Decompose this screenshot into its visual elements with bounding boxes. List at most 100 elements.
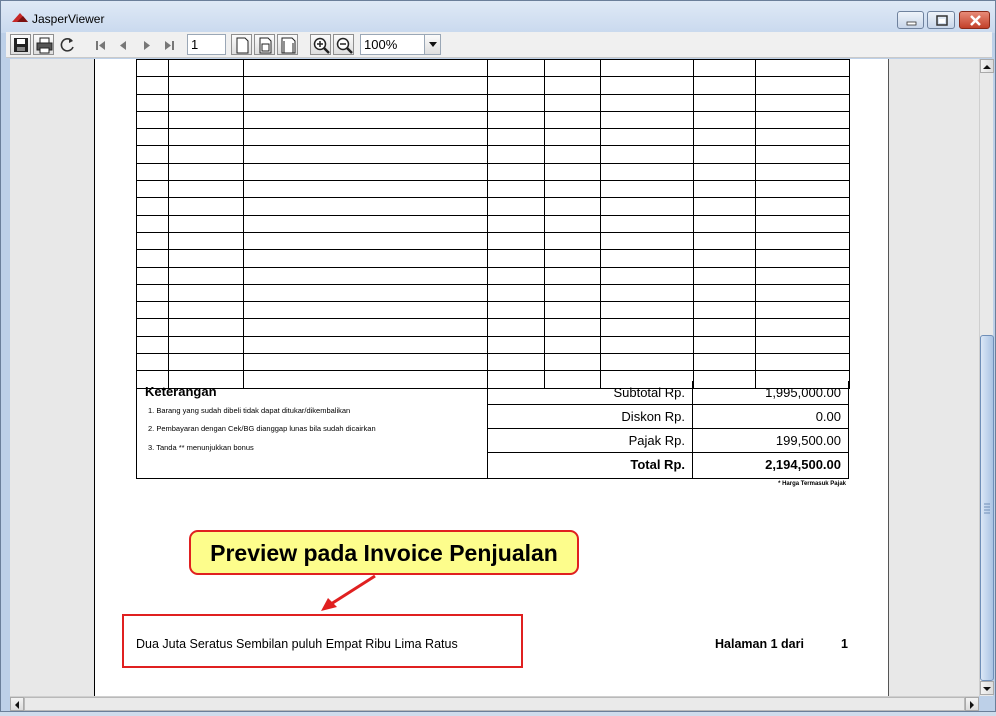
discount-row: Diskon Rp. 0.00 [488, 405, 849, 429]
table-cell [168, 110, 244, 130]
actual-size-button[interactable] [231, 34, 252, 55]
table-cell [600, 214, 694, 233]
table-cell [693, 353, 756, 372]
table-cell [487, 145, 545, 164]
zoom-in-button[interactable] [310, 34, 331, 55]
table-cell [755, 128, 850, 147]
reload-button[interactable] [56, 34, 77, 55]
table-cell [487, 283, 545, 303]
table-cell [168, 59, 244, 78]
subtotal-label: Subtotal Rp. [613, 385, 685, 400]
vertical-scrollbar[interactable] [979, 59, 994, 696]
previous-page-button[interactable] [112, 34, 133, 55]
horizontal-scrollbar[interactable] [10, 696, 979, 711]
table-cell [544, 249, 601, 268]
report-viewport[interactable]: Keterangan 1. Barang yang sudah dibeli t… [10, 59, 979, 696]
fit-width-button[interactable] [277, 34, 298, 55]
print-button[interactable] [33, 34, 54, 55]
discount-label: Diskon Rp. [621, 409, 685, 424]
notes-box: Keterangan 1. Barang yang sudah dibeli t… [137, 381, 488, 478]
table-cell [600, 266, 694, 285]
table-cell [544, 353, 601, 372]
table-cell [168, 197, 244, 216]
table-cell [136, 197, 169, 216]
minimize-icon [906, 21, 917, 26]
scroll-up-button[interactable] [980, 59, 994, 73]
table-cell [693, 335, 756, 355]
scroll-down-button[interactable] [980, 681, 994, 695]
maximize-button[interactable] [927, 11, 955, 29]
page-number-input[interactable] [187, 34, 226, 55]
table-cell [487, 162, 545, 182]
table-cell [544, 76, 601, 95]
table-row [136, 93, 850, 112]
table-cell [600, 76, 694, 95]
next-page-button[interactable] [135, 34, 156, 55]
table-cell [243, 301, 488, 320]
table-cell [487, 335, 545, 355]
table-cell [693, 249, 756, 268]
fit-page-button[interactable] [254, 34, 275, 55]
table-cell [487, 180, 545, 199]
table-cell [755, 318, 850, 337]
table-cell [243, 283, 488, 303]
scroll-left-button[interactable] [10, 697, 24, 711]
table-cell [693, 197, 756, 216]
subtotal-value: 1,995,000.00 [765, 385, 841, 400]
table-row [136, 76, 850, 95]
vertical-scroll-thumb[interactable] [980, 335, 994, 681]
table-cell [136, 266, 169, 285]
table-cell [136, 180, 169, 199]
scroll-right-button[interactable] [965, 697, 979, 711]
highlight-box [122, 614, 523, 668]
table-cell [755, 214, 850, 233]
first-page-icon [96, 41, 105, 50]
table-cell [544, 266, 601, 285]
table-cell [755, 353, 850, 372]
zoom-dropdown-button[interactable] [424, 35, 440, 54]
table-cell [168, 301, 244, 320]
table-cell [544, 197, 601, 216]
table-cell [600, 231, 694, 251]
table-cell [693, 283, 756, 303]
table-cell [544, 335, 601, 355]
note-item: 1. Barang yang sudah dibeli tidak dapat … [148, 406, 351, 415]
table-cell [544, 283, 601, 303]
last-page-button[interactable] [158, 34, 179, 55]
minimize-button[interactable] [897, 11, 924, 29]
table-cell [243, 214, 488, 233]
table-cell [755, 59, 850, 78]
tax-row: Pajak Rp. 199,500.00 [488, 429, 849, 453]
table-cell [544, 93, 601, 112]
table-cell [544, 318, 601, 337]
table-cell [755, 162, 850, 182]
table-cell [136, 301, 169, 320]
save-button[interactable] [10, 34, 31, 55]
close-button[interactable] [959, 11, 990, 29]
table-cell [755, 283, 850, 303]
table-cell [600, 93, 694, 112]
fit-page-icon [259, 37, 272, 54]
table-cell [168, 249, 244, 268]
table-cell [755, 335, 850, 355]
first-page-button[interactable] [89, 34, 110, 55]
zoom-select[interactable]: 100% [360, 34, 441, 55]
invoice-items-table [136, 59, 850, 389]
window-title: JasperViewer [32, 12, 105, 26]
last-page-icon [165, 41, 174, 50]
table-cell [168, 128, 244, 147]
table-cell [136, 353, 169, 372]
actual-size-icon [236, 37, 249, 54]
table-cell [693, 301, 756, 320]
zoom-out-button[interactable] [333, 34, 354, 55]
table-cell [755, 110, 850, 130]
horizontal-scroll-thumb[interactable] [24, 697, 965, 711]
table-cell [487, 76, 545, 95]
title-bar[interactable]: JasperViewer [1, 1, 995, 33]
zoom-in-icon [313, 37, 330, 54]
fit-width-icon [281, 37, 296, 54]
table-cell [168, 180, 244, 199]
tax-note: * Harga Termasuk Pajak [778, 481, 846, 487]
table-cell [136, 93, 169, 112]
table-cell [693, 59, 756, 78]
